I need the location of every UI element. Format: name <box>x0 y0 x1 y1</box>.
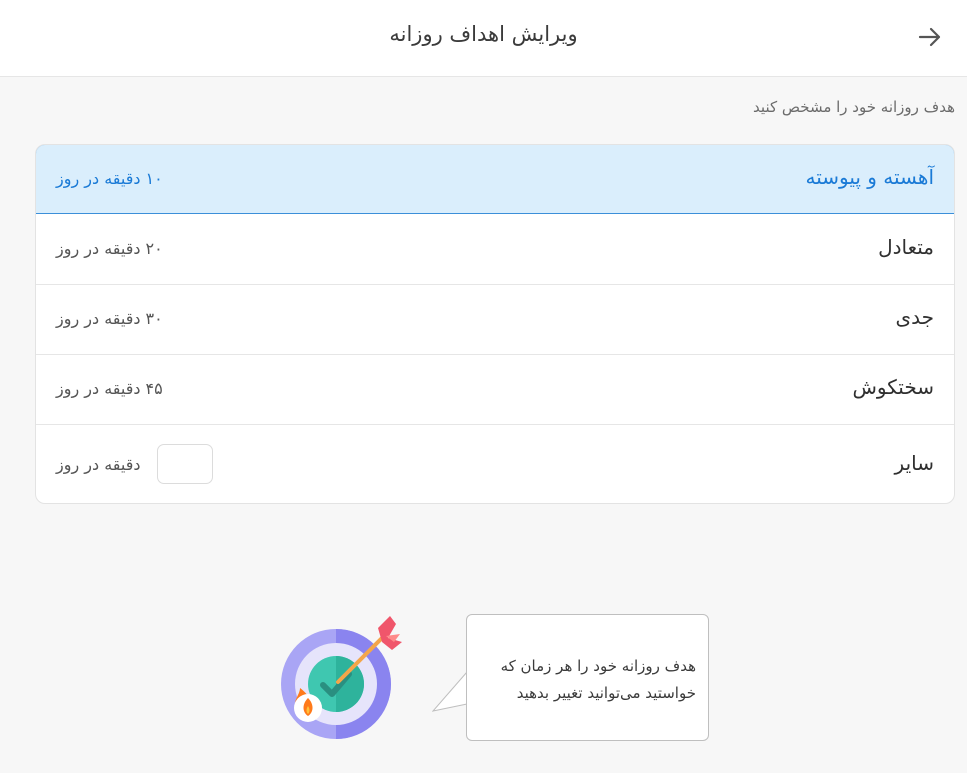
instruction-text: هدف روزانه خود را مشخص کنید <box>753 98 955 116</box>
target-dart-icon <box>281 616 402 739</box>
goal-minutes: ۲۰ <box>145 239 163 258</box>
goal-option-30[interactable]: جدی ۳۰دقیقه در روز <box>36 285 954 355</box>
goal-option-duration: ۳۰دقیقه در روز <box>56 309 163 328</box>
goal-option-duration: ۴۵دقیقه در روز <box>56 379 163 398</box>
goal-options-list: آهسته و پیوسته ۱۰دقیقه در روز متعادل ۲۰د… <box>35 144 955 504</box>
goal-minutes: ۳۰ <box>145 309 163 328</box>
goal-option-20[interactable]: متعادل ۲۰دقیقه در روز <box>36 215 954 285</box>
goal-option-name: سایر <box>894 451 934 475</box>
custom-minutes-input[interactable] <box>157 444 213 484</box>
goal-option-name: متعادل <box>878 235 934 259</box>
tip-speech-bubble: هدف روزانه خود را هر زمان که خواستید می‌… <box>466 614 709 741</box>
goal-option-name: آهسته و پیوسته <box>805 165 934 189</box>
goal-option-custom[interactable]: سایر دقیقه در روز <box>36 425 954 503</box>
goal-option-duration: ۱۰دقیقه در روز <box>56 169 163 188</box>
goal-unit: دقیقه در روز <box>56 239 141 258</box>
page-title: ویرایش اهداف روزانه <box>389 22 578 46</box>
goal-option-duration: ۲۰دقیقه در روز <box>56 239 163 258</box>
goal-option-name: سختکوش <box>852 375 935 399</box>
custom-unit-label: دقیقه در روز <box>56 455 141 474</box>
goal-unit: دقیقه در روز <box>56 169 141 188</box>
goal-option-name: جدی <box>895 305 934 329</box>
goal-minutes: ۱۰ <box>145 169 163 188</box>
tooltip-tail <box>432 670 468 714</box>
goal-option-45[interactable]: سختکوش ۴۵دقیقه در روز <box>36 355 954 425</box>
goal-minutes: ۴۵ <box>145 379 163 398</box>
arrow-right-icon[interactable] <box>914 21 946 53</box>
app-header: ویرایش اهداف روزانه <box>0 0 967 77</box>
tip-text: هدف روزانه خود را هر زمان که خواستید می‌… <box>500 657 696 702</box>
goal-option-10[interactable]: آهسته و پیوسته ۱۰دقیقه در روز <box>36 145 954 214</box>
goal-unit: دقیقه در روز <box>56 309 141 328</box>
goal-unit: دقیقه در روز <box>56 379 141 398</box>
